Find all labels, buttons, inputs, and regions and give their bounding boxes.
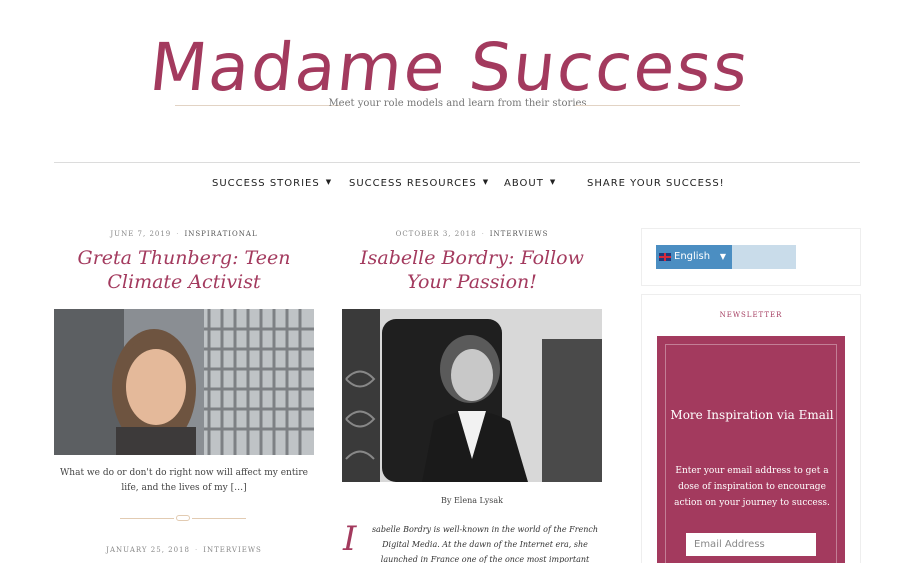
email-field[interactable] xyxy=(686,533,816,556)
post-meta: JANUARY 25, 2018 · INTERVIEWS xyxy=(106,546,262,554)
post-excerpt: What we do or don't do right now will af… xyxy=(60,468,308,493)
post-title[interactable]: Greta Thunberg: Teen Climate Activist xyxy=(54,246,314,294)
newsletter-form: More Inspiration via Email Enter your em… xyxy=(657,336,845,563)
nav-item-label: SUCCESS RESOURCES xyxy=(349,178,477,189)
caret-down-icon: ▼ xyxy=(325,178,333,186)
language-label: English xyxy=(674,251,711,262)
post-category[interactable]: INSPIRATIONAL xyxy=(185,230,258,238)
uk-flag-icon xyxy=(659,253,671,261)
tagline-divider-right xyxy=(575,105,740,106)
drop-cap: I xyxy=(343,519,357,559)
post-featured-image[interactable] xyxy=(342,309,602,482)
post-category[interactable]: INTERVIEWS xyxy=(203,546,262,554)
newsletter-description: Enter your email address to get a dose o… xyxy=(674,466,830,508)
post-category[interactable]: INTERVIEWS xyxy=(490,230,549,238)
nav-item-label: ABOUT xyxy=(504,178,544,189)
post-card: JUNE 7, 2019 · INSPIRATIONAL Greta Thunber… xyxy=(54,230,314,294)
nav-item-success-resources[interactable]: SUCCESS RESOURCES ▼ xyxy=(349,178,489,189)
newsletter-heading: NEWSLETTER xyxy=(719,311,783,319)
post-date[interactable]: JANUARY 25, 2018 xyxy=(106,546,190,554)
site-title[interactable]: Madame Success xyxy=(146,28,754,108)
post-divider xyxy=(120,514,246,522)
post-meta: OCTOBER 3, 2018 · INTERVIEWS xyxy=(395,230,549,238)
chevron-down-icon: ▼ xyxy=(719,252,726,261)
newsletter-title: More Inspiration via Email xyxy=(670,408,834,422)
post-title[interactable]: Isabelle Bordry: Follow Your Passion! xyxy=(342,246,602,294)
post-byline: By Elena Lysak xyxy=(441,496,503,505)
main-nav: SUCCESS STORIES ▼ SUCCESS RESOURCES ▼ ABOU… xyxy=(0,178,900,194)
nav-divider xyxy=(54,162,860,163)
language-select-button[interactable]: English ▼ xyxy=(656,245,732,269)
site-tagline: Meet your role models and learn from the… xyxy=(328,98,587,109)
site-header: Madame Success xyxy=(0,28,900,108)
newsletter-frame: More Inspiration via Email Enter your em… xyxy=(665,344,837,563)
post-featured-image[interactable] xyxy=(54,309,314,455)
post-date[interactable]: JUNE 7, 2019 xyxy=(110,230,171,238)
nav-item-share-your-success[interactable]: SHARE YOUR SUCCESS! xyxy=(587,178,725,189)
nav-item-label: SHARE YOUR SUCCESS! xyxy=(587,178,725,189)
nav-item-success-stories[interactable]: SUCCESS STORIES ▼ xyxy=(212,178,332,189)
caret-down-icon: ▼ xyxy=(482,178,490,186)
tagline-row: Meet your role models and learn from the… xyxy=(175,98,740,114)
nav-item-about[interactable]: ABOUT ▼ xyxy=(504,178,556,189)
post-meta: JUNE 7, 2019 · INSPIRATIONAL xyxy=(110,230,258,238)
post-body: sabelle Bordry is well-known in the worl… xyxy=(371,525,599,563)
nav-item-label: SUCCESS STORIES xyxy=(212,178,320,189)
post-card: OCTOBER 3, 2018 · INTERVIEWS Isabelle Bord… xyxy=(342,230,602,294)
post-date[interactable]: OCTOBER 3, 2018 xyxy=(396,230,477,238)
caret-down-icon: ▼ xyxy=(549,178,557,186)
